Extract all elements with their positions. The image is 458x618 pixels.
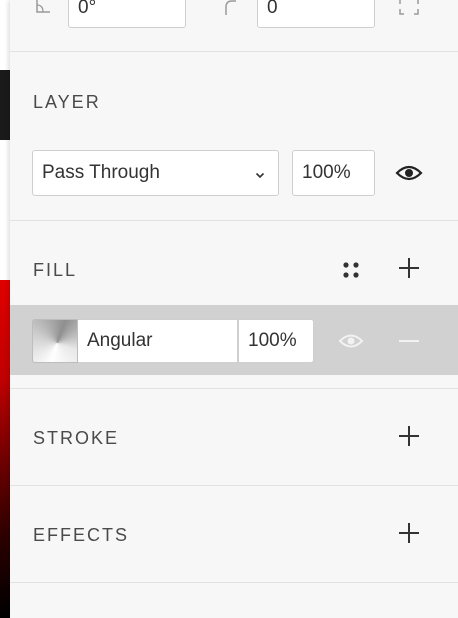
blend-mode-select[interactable]: Pass Through (32, 150, 279, 196)
remove-fill-button[interactable] (393, 325, 425, 357)
divider (10, 220, 458, 221)
fill-type-value: Angular (87, 330, 153, 351)
divider (10, 51, 458, 52)
expand-corners-icon[interactable] (393, 0, 425, 22)
fill-item-row[interactable]: Angular 100% (10, 305, 458, 375)
properties-panel: 0° 0 LAYER Pass Through 100% FILL Angula… (10, 0, 458, 618)
blend-mode-value: Pass Through (42, 162, 160, 183)
corner-radius-icon (215, 0, 247, 22)
layer-opacity-input[interactable]: 100% (292, 150, 375, 196)
effects-section-title: EFFECTS (33, 525, 130, 545)
add-fill-button[interactable] (393, 252, 425, 284)
divider (10, 485, 458, 486)
eye-icon[interactable] (393, 157, 425, 189)
fill-opacity-input[interactable]: 100% (238, 319, 314, 363)
add-effect-button[interactable] (393, 517, 425, 549)
minus-icon (399, 340, 419, 342)
fill-opacity-value: 100% (248, 330, 297, 351)
styles-grid-icon[interactable] (335, 254, 367, 286)
fill-section-title: FILL (33, 260, 78, 280)
angular-gradient-swatch[interactable] (32, 319, 78, 363)
fill-type-input[interactable]: Angular (78, 319, 238, 363)
corner-radius-value: 0 (267, 0, 278, 18)
chevron-down-icon (254, 165, 266, 187)
layer-section-title: LAYER (33, 92, 101, 112)
add-stroke-button[interactable] (393, 420, 425, 452)
rotation-input[interactable]: 0° (68, 0, 186, 28)
plus-icon (399, 258, 419, 278)
layer-opacity-value: 100% (302, 162, 351, 183)
rotation-value: 0° (78, 0, 97, 18)
plus-icon (399, 523, 419, 543)
canvas-edge (0, 0, 10, 618)
plus-icon (399, 426, 419, 446)
stroke-section-title: STROKE (33, 428, 120, 448)
fill-visibility-eye-icon[interactable] (335, 325, 367, 357)
rotation-icon (27, 0, 59, 22)
corner-radius-input[interactable]: 0 (257, 0, 375, 28)
divider (10, 388, 458, 389)
divider (10, 582, 458, 583)
